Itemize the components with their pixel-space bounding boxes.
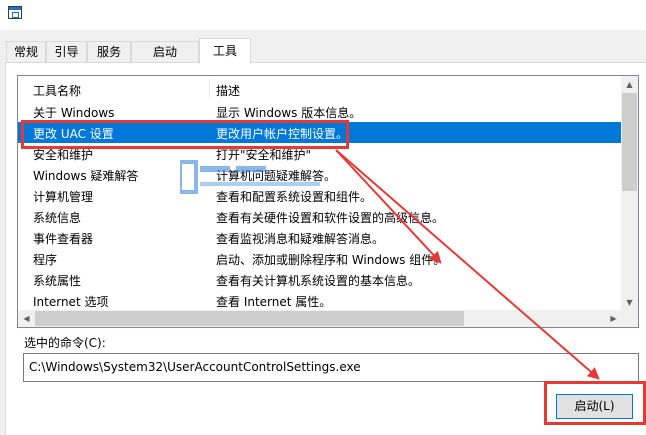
selected-command-field[interactable]: C:\Windows\System32\UserAccountControlSe…	[23, 353, 639, 382]
scroll-up-arrow-icon[interactable]: ▲	[621, 76, 638, 93]
launch-button[interactable]: 启动(L)	[556, 394, 633, 419]
tool-description: 启动、添加或删除程序和 Windows 组件。	[216, 253, 446, 267]
column-divider[interactable]	[209, 79, 210, 98]
list-item[interactable]: 系统信息 查看有关硬件设置和软件设置的高级信息。	[18, 206, 622, 227]
tool-name: 计算机管理	[33, 190, 94, 204]
tab-tools[interactable]: 工具	[199, 38, 251, 64]
selected-command-label: 选中的命令(C):	[24, 336, 106, 350]
tool-name: 更改 UAC 设置	[33, 127, 114, 141]
list-item[interactable]: 安全和维护 打开"安全和维护"	[18, 143, 622, 164]
tool-description: 打开"安全和维护"	[216, 148, 312, 162]
tool-description: 查看监视消息和疑难解答消息。	[216, 232, 385, 246]
scrollbar-corner	[621, 310, 638, 327]
list-item[interactable]: 事件查看器 查看监视消息和疑难解答消息。	[18, 227, 622, 248]
tool-name: 系统属性	[33, 274, 82, 288]
list-item[interactable]: 计算机管理 查看和配置系统设置和组件。	[18, 185, 622, 206]
tool-description: 查看有关计算机系统设置的基本信息。	[216, 274, 421, 288]
tool-description: 显示 Windows 版本信息。	[216, 106, 362, 120]
tool-name: 事件查看器	[33, 232, 94, 246]
vertical-scroll-thumb[interactable]	[622, 93, 637, 191]
scroll-left-arrow-icon[interactable]: ◀	[18, 310, 35, 327]
tool-description: 更改用户帐户控制设置。	[216, 127, 349, 141]
list-item[interactable]: 关于 Windows 显示 Windows 版本信息。	[18, 101, 622, 122]
tool-name: Internet 选项	[33, 295, 109, 309]
tab-strip: 常规 引导 服务 启动 工具	[0, 38, 646, 64]
tool-description: 查看有关硬件设置和软件设置的高级信息。	[216, 211, 445, 225]
tool-name: 关于 Windows	[33, 106, 115, 120]
tool-description: 查看和配置系统设置和组件。	[216, 190, 373, 204]
tool-name: Windows 疑难解答	[33, 169, 139, 183]
tool-name: 安全和维护	[33, 148, 94, 162]
tool-name: 程序	[33, 253, 58, 267]
list-item[interactable]: 程序 启动、添加或删除程序和 Windows 组件。	[18, 248, 622, 269]
tool-description: 计算机问题疑难解答。	[216, 169, 337, 183]
list-item[interactable]: 系统属性 查看有关计算机系统设置的基本信息。	[18, 269, 622, 290]
tool-name: 系统信息	[33, 211, 82, 225]
list-item[interactable]: Windows 疑难解答 计算机问题疑难解答。	[18, 164, 622, 185]
tab-services[interactable]: 服务	[87, 41, 131, 62]
list-item-selected[interactable]: 更改 UAC 设置 更改用户帐户控制设置。	[18, 122, 622, 143]
tool-description: 查看 Internet 属性。	[216, 295, 332, 309]
scroll-down-arrow-icon[interactable]: ▼	[621, 294, 638, 311]
tools-list[interactable]: 工具名称 描述 关于 Windows 显示 Windows 版本信息。 更改 U…	[17, 75, 639, 328]
list-item[interactable]: Internet 选项 查看 Internet 属性。	[18, 290, 622, 309]
selected-command-value: C:\Windows\System32\UserAccountControlSe…	[29, 360, 361, 374]
horizontal-scrollbar[interactable]: ◀ ▶	[18, 310, 622, 327]
msconfig-window-icon	[8, 6, 22, 19]
column-header-description[interactable]: 描述	[216, 82, 240, 99]
tab-general[interactable]: 常规	[6, 41, 46, 62]
tab-boot[interactable]: 引导	[46, 41, 87, 62]
scroll-right-arrow-icon[interactable]: ▶	[605, 310, 622, 327]
column-header-tool-name[interactable]: 工具名称	[33, 82, 81, 99]
tab-startup[interactable]: 启动	[131, 41, 199, 62]
vertical-scrollbar[interactable]: ▲ ▼	[621, 76, 638, 311]
list-header: 工具名称 描述	[18, 76, 622, 101]
title-bar	[0, 0, 646, 30]
horizontal-scroll-thumb[interactable]	[35, 311, 464, 326]
